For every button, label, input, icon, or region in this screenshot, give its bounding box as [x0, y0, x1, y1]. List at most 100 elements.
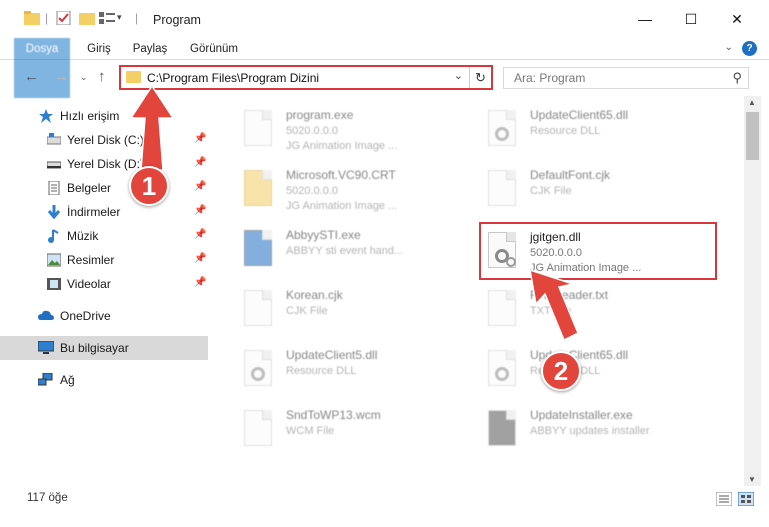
sidebar-item-label: Resimler [67, 253, 115, 267]
sidebar-item-label: İndirmeler [67, 205, 121, 219]
maximize-button[interactable]: ☐ [668, 0, 714, 38]
properties-icon[interactable] [56, 11, 72, 25]
sidebar-item-quick-access[interactable]: Hızlı erişim [0, 104, 208, 128]
sidebar-item-this-pc[interactable]: Bu bilgisayar [0, 336, 208, 360]
search-input[interactable]: Ara: Program ⚲ [503, 67, 749, 89]
scroll-thumb[interactable] [746, 112, 759, 160]
sidebar-item-label: Yerel Disk (C:) [67, 133, 144, 147]
file-detail: Resource DLL [530, 125, 601, 137]
address-bar[interactable]: C:\Program Files\Program Dizini ⌄ ↻ [119, 65, 493, 90]
star-icon [39, 109, 53, 123]
search-placeholder: Ara: Program [514, 71, 586, 85]
exe-file-icon [238, 224, 278, 272]
pin-icon: 📌 [194, 277, 207, 288]
file-name: SndToWP13.wcm [286, 408, 381, 422]
pin-icon: 📌 [194, 157, 207, 168]
file-list: program.exe 5020.0.0.0 JG Animation Imag… [210, 96, 744, 486]
tiles-view-icon[interactable] [738, 492, 754, 506]
sidebar-item-network[interactable]: Ağ [0, 368, 208, 392]
pin-icon: 📌 [194, 205, 207, 216]
network-icon [38, 373, 53, 386]
navigation-pane: Hızlı erişim Yerel Disk (C:) 📌 Yerel Dis… [0, 96, 210, 486]
sidebar-item-music[interactable]: Müzik 📌 [0, 224, 208, 248]
tab-giris[interactable]: Giriş [78, 38, 120, 60]
cjk-file-icon [482, 164, 522, 212]
tab-gorunum[interactable]: Görünüm [184, 38, 244, 60]
scroll-down-icon[interactable]: ▼ [748, 475, 756, 484]
list-item[interactable]: FineReader.txt TXT File [482, 280, 722, 340]
item-count: 117 öğe [27, 492, 68, 504]
file-detail: ABBYY sti event hand... [286, 245, 404, 257]
navigation-bar: ← → ⌄ ↑ C:\Program Files\Program Dizini … [0, 60, 769, 96]
cjk-file-icon [238, 284, 278, 332]
installer-file-icon [482, 404, 522, 452]
list-item[interactable]: AbbyySTI.exe ABBYY sti event hand... [238, 220, 478, 280]
file-highlight-box [479, 222, 717, 280]
file-name: Microsoft.VC90.CRT [286, 168, 396, 182]
sidebar-item-documents[interactable]: Belgeler 📌 [0, 176, 208, 200]
sidebar-item-onedrive[interactable]: OneDrive [0, 304, 208, 328]
sidebar-item-videos[interactable]: Videolar 📌 [0, 272, 208, 296]
file-name: UpdateInstaller.exe [530, 408, 633, 422]
qa-separator-2: | [135, 11, 139, 25]
new-folder-icon[interactable] [79, 11, 95, 25]
list-item[interactable]: DefaultFont.cjk CJK File [482, 160, 722, 220]
sidebar-item-local-disk-d[interactable]: Yerel Disk (D:) 📌 [0, 152, 208, 176]
folder-file-icon [238, 164, 278, 212]
file-detail: Resource DLL [286, 365, 357, 377]
wcm-file-icon [238, 404, 278, 452]
up-arrow-icon[interactable]: ↑ [98, 68, 106, 85]
sidebar-item-local-disk-c[interactable]: Yerel Disk (C:) 📌 [0, 128, 208, 152]
list-item[interactable]: UpdateInstaller.exe ABBYY updates instal… [482, 400, 722, 460]
ribbon-tabs: Dosya Giriş Paylaş Görünüm ⌄ ? [0, 38, 769, 98]
close-button[interactable]: ✕ [714, 0, 760, 38]
sidebar-item-downloads[interactable]: İndirmeler 📌 [0, 200, 208, 224]
refresh-icon[interactable]: ↻ [469, 67, 491, 88]
sidebar-item-label: Müzik [67, 229, 99, 243]
qa-dropdown-icon[interactable]: ▾ [117, 12, 122, 23]
list-item[interactable]: UpdateClient5.dll Resource DLL [238, 340, 478, 400]
videos-icon [47, 278, 61, 290]
list-item[interactable]: SndToWP13.wcm WCM File [238, 400, 478, 460]
file-name: UpdateClient65.dll [530, 108, 629, 122]
sidebar-item-label: Belgeler [67, 181, 112, 195]
file-name: FineReader.txt [530, 288, 609, 302]
pin-icon: 📌 [194, 181, 207, 192]
download-icon [47, 205, 61, 219]
expand-ribbon-icon[interactable]: ⌄ [725, 42, 733, 53]
help-icon[interactable]: ? [742, 41, 757, 56]
window-title: Program [153, 13, 201, 27]
file-detail: JG Animation Image ... [286, 200, 398, 212]
file-detail: TXT File [530, 305, 572, 317]
tab-paylas[interactable]: Paylaş [126, 38, 174, 60]
back-arrow-icon[interactable]: ← [24, 68, 39, 85]
minimize-button[interactable]: — [622, 0, 668, 38]
list-item[interactable]: UpdateClient65.dll Resource DLL [482, 340, 722, 400]
recent-dropdown-icon[interactable]: ⌄ [80, 72, 88, 83]
drive-icon [47, 161, 61, 169]
sidebar-item-label: Hızlı erişim [60, 109, 120, 123]
documents-icon [48, 181, 60, 195]
file-detail: ABBYY updates installer [530, 425, 650, 437]
scroll-up-icon[interactable]: ▲ [748, 98, 756, 107]
forward-arrow-icon[interactable]: → [54, 68, 69, 85]
list-item[interactable]: Korean.cjk CJK File [238, 280, 478, 340]
sidebar-item-pictures[interactable]: Resimler 📌 [0, 248, 208, 272]
search-icon: ⚲ [732, 70, 742, 85]
customize-icon[interactable] [99, 11, 115, 25]
pin-icon: 📌 [194, 133, 207, 144]
list-item[interactable]: UpdateClient65.dll Resource DLL [482, 100, 722, 160]
sidebar-item-label: Yerel Disk (D:) [67, 157, 144, 171]
pictures-icon [47, 253, 61, 267]
computer-icon [38, 341, 54, 354]
details-view-icon[interactable] [716, 492, 732, 506]
title-bar: | ▾ | Program — ☐ ✕ [0, 0, 769, 38]
list-item[interactable]: Microsoft.VC90.CRT 5020.0.0.0 JG Animati… [238, 160, 478, 220]
dll-file-icon [238, 344, 278, 392]
txt-file-icon [482, 284, 522, 332]
pin-icon: 📌 [194, 253, 207, 264]
vertical-scrollbar[interactable]: ▲ ▼ [744, 96, 761, 486]
address-dropdown-icon[interactable]: ⌄ [454, 69, 463, 82]
cloud-icon [38, 310, 54, 320]
list-item[interactable]: program.exe 5020.0.0.0 JG Animation Imag… [238, 100, 478, 160]
